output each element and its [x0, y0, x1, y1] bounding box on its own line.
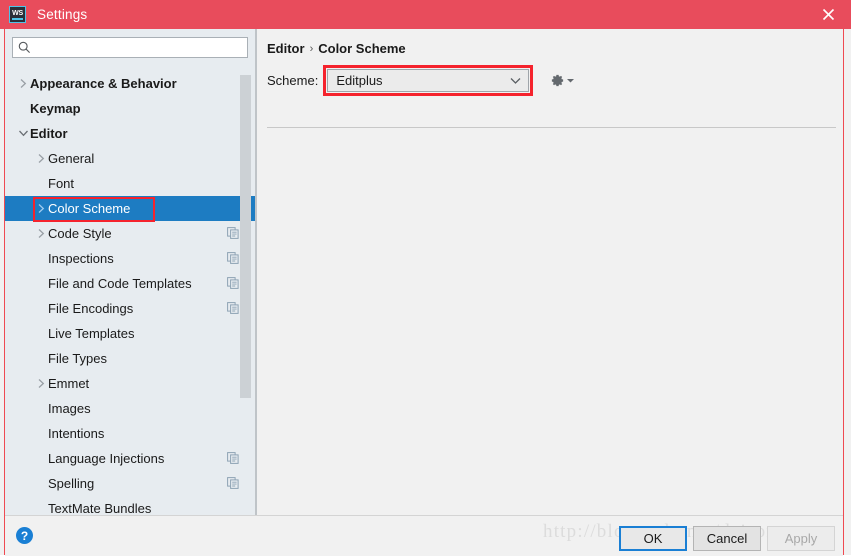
- settings-dialog: WS Settings Appearance & Behavior Keymap…: [0, 0, 851, 556]
- chevron-right-icon[interactable]: [35, 202, 48, 215]
- tree-item-file-encodings[interactable]: File Encodings: [5, 296, 255, 321]
- scheme-select[interactable]: Editplus: [327, 69, 530, 92]
- chevron-right-icon[interactable]: [35, 227, 48, 240]
- copy-settings-icon[interactable]: [227, 252, 239, 267]
- tree-item-label: Font: [48, 176, 75, 191]
- copy-settings-icon[interactable]: [227, 302, 239, 317]
- breadcrumb-separator-icon: ›: [309, 42, 314, 55]
- tree-item-intentions[interactable]: Intentions: [5, 421, 255, 446]
- ok-button[interactable]: OK: [619, 526, 687, 551]
- scheme-label: Scheme:: [267, 73, 319, 88]
- tree-item-label: Inspections: [48, 251, 114, 266]
- tree-item-emmet[interactable]: Emmet: [5, 371, 255, 396]
- gear-icon: [552, 74, 564, 87]
- breadcrumb: Editor › Color Scheme: [267, 41, 406, 56]
- tree-item-font[interactable]: Font: [5, 171, 255, 196]
- search-box[interactable]: [12, 37, 248, 58]
- apply-button: Apply: [767, 526, 835, 551]
- search-input[interactable]: [31, 38, 247, 57]
- tree-item-label: File Types: [48, 351, 108, 366]
- tree-item-label: File Encodings: [48, 301, 134, 316]
- tree-item-label: Editor: [30, 126, 68, 141]
- chevron-down-icon: [510, 78, 521, 84]
- tree-item-textmate-bundles[interactable]: TextMate Bundles: [5, 496, 255, 515]
- annotation-border-right: [843, 28, 844, 555]
- tree-scrollbar-track[interactable]: [240, 71, 253, 515]
- dropdown-triangle-icon: [567, 79, 575, 83]
- tree-item-label: Images: [48, 401, 91, 416]
- tree-item-live-templates[interactable]: Live Templates: [5, 321, 255, 346]
- tree-item-color-scheme[interactable]: Color Scheme: [5, 196, 255, 221]
- settings-tree: Appearance & Behavior Keymap Editor General…: [5, 71, 255, 515]
- scheme-selected-value: Editplus: [336, 73, 383, 88]
- copy-settings-icon[interactable]: [227, 277, 239, 292]
- chevron-right-icon[interactable]: [17, 77, 30, 90]
- close-icon[interactable]: [805, 0, 851, 29]
- tree-item-label: General: [48, 151, 95, 166]
- settings-sidebar: Appearance & Behavior Keymap Editor General…: [5, 29, 256, 515]
- search-icon: [18, 41, 30, 53]
- tree-item-spelling[interactable]: Spelling: [5, 471, 255, 496]
- search-area: [5, 29, 255, 64]
- section-divider: [267, 127, 836, 128]
- tree-item-label: Intentions: [48, 426, 105, 441]
- tree-item-appearance-behavior[interactable]: Appearance & Behavior: [5, 71, 255, 96]
- cancel-button[interactable]: Cancel: [693, 526, 761, 551]
- dialog-button-group: OK Cancel Apply: [619, 526, 835, 551]
- scheme-row: Scheme: Editplus: [267, 65, 575, 96]
- copy-settings-icon[interactable]: [227, 452, 239, 467]
- window-title: Settings: [37, 7, 88, 22]
- tree-item-keymap[interactable]: Keymap: [5, 96, 255, 121]
- tree-item-label: Appearance & Behavior: [30, 76, 177, 91]
- tree-item-general[interactable]: General: [5, 146, 255, 171]
- dialog-body: Appearance & Behavior Keymap Editor General…: [5, 29, 843, 556]
- chevron-right-icon[interactable]: [35, 152, 48, 165]
- tree-item-label: Live Templates: [48, 326, 135, 341]
- tree-item-label: TextMate Bundles: [48, 501, 152, 515]
- tree-item-label: Spelling: [48, 476, 95, 491]
- breadcrumb-current: Color Scheme: [318, 41, 406, 56]
- scheme-combo-wrapper: Editplus: [323, 65, 534, 96]
- breadcrumb-parent[interactable]: Editor: [267, 41, 305, 56]
- chevron-right-icon[interactable]: [35, 377, 48, 390]
- chevron-down-icon[interactable]: [17, 127, 30, 140]
- help-icon[interactable]: ?: [16, 527, 33, 544]
- tree-item-label: Color Scheme: [48, 201, 131, 216]
- tree-item-inspections[interactable]: Inspections: [5, 246, 255, 271]
- annotation-border-left: [4, 28, 5, 555]
- tree-item-label: Language Injections: [48, 451, 165, 466]
- webstorm-icon: WS: [9, 6, 26, 23]
- copy-settings-icon[interactable]: [227, 227, 239, 242]
- title-bar: WS Settings: [0, 0, 851, 29]
- tree-item-file-and-code-templates[interactable]: File and Code Templates: [5, 271, 255, 296]
- tree-scrollbar-thumb[interactable]: [240, 75, 251, 398]
- tree-item-code-style[interactable]: Code Style: [5, 221, 255, 246]
- tree-item-file-types[interactable]: File Types: [5, 346, 255, 371]
- tree-item-images[interactable]: Images: [5, 396, 255, 421]
- tree-item-editor[interactable]: Editor: [5, 121, 255, 146]
- dialog-footer: ? OK Cancel Apply: [5, 515, 843, 556]
- tree-item-language-injections[interactable]: Language Injections: [5, 446, 255, 471]
- tree-item-label: Keymap: [30, 101, 81, 116]
- settings-detail-panel: Editor › Color Scheme Scheme: Editplus: [257, 29, 843, 515]
- tree-item-label: File and Code Templates: [48, 276, 192, 291]
- tree-item-label: Code Style: [48, 226, 112, 241]
- scheme-settings-button[interactable]: [550, 73, 575, 88]
- copy-settings-icon[interactable]: [227, 477, 239, 492]
- tree-item-label: Emmet: [48, 376, 90, 391]
